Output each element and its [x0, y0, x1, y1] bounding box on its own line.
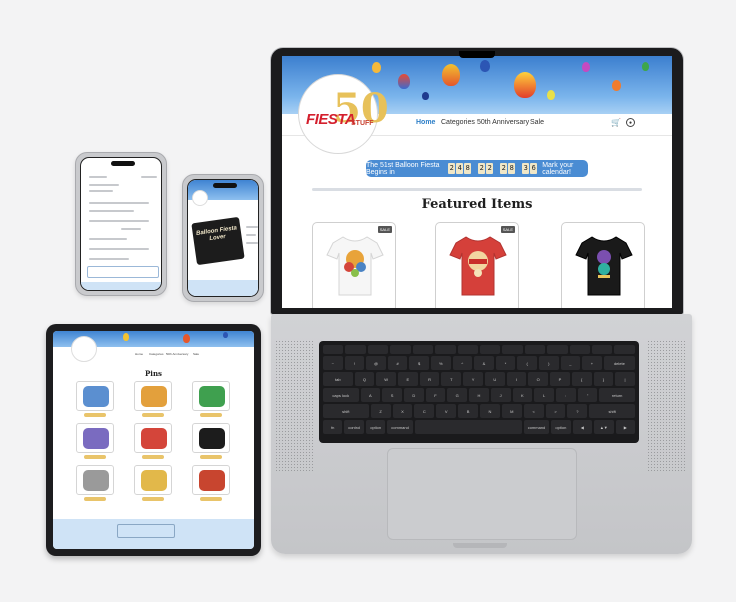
keyboard[interactable]: ~! @ # $% ^ & *() _ + delete tab Q W E R T Y U I O P{} | cap…	[319, 341, 639, 443]
laptop-display: 50 FIESTA STUFF Home Categories 50th Ann…	[271, 48, 683, 314]
key-esc[interactable]	[323, 345, 344, 354]
trackpad[interactable]	[387, 448, 577, 540]
tablet-screen: Home Categories 50th Anniversary Sale Pi…	[53, 331, 254, 549]
phone-footer	[81, 282, 161, 290]
countdown-hours: 22	[478, 163, 494, 174]
tablet-logo[interactable]	[71, 336, 97, 362]
phone-left-screen	[80, 157, 162, 291]
nav-sale[interactable]: Sale	[530, 119, 544, 126]
phone-footer	[188, 280, 258, 296]
pin-card[interactable]	[192, 465, 230, 495]
key-return[interactable]: return	[599, 388, 635, 402]
countdown-days: 248	[448, 163, 472, 174]
product-image-clapper: Balloon Fiesta Lover	[191, 216, 245, 266]
tablet-nav-50th[interactable]: 50th Anniversary	[166, 352, 188, 356]
logo-wordmark: FIESTA	[306, 111, 356, 128]
tablet-nav-sale[interactable]: Sale	[193, 352, 199, 356]
pin-card[interactable]	[76, 465, 114, 495]
pins-title: Pins	[145, 369, 162, 378]
phone-logo[interactable]	[192, 190, 208, 206]
speaker-grille-left	[275, 340, 315, 472]
touch-id-key[interactable]	[614, 345, 635, 354]
countdown-minutes: 28	[500, 163, 516, 174]
featured-items-title: Featured Items	[421, 197, 533, 212]
cart-icon[interactable]: 🛒	[611, 118, 621, 127]
pin-card[interactable]	[76, 381, 114, 411]
dynamic-island	[213, 183, 237, 188]
phone-right-screen: Balloon Fiesta Lover	[187, 179, 259, 297]
countdown-suffix: Mark your calendar!	[542, 161, 574, 176]
phone-left	[75, 152, 167, 296]
key-delete[interactable]: delete	[603, 356, 636, 370]
phone-right: Balloon Fiesta Lover	[182, 174, 264, 302]
pin-button[interactable]	[84, 497, 106, 501]
pin-button[interactable]	[142, 413, 164, 417]
pin-button[interactable]	[84, 455, 106, 459]
dynamic-island	[111, 161, 135, 166]
tablet: Home Categories 50th Anniversary Sale Pi…	[46, 324, 261, 556]
lid-opening-notch	[453, 543, 507, 548]
nav-home[interactable]: Home	[416, 119, 435, 126]
pin-button[interactable]	[142, 497, 164, 501]
pin-card[interactable]	[76, 423, 114, 453]
pin-card[interactable]	[192, 381, 230, 411]
sale-badge: SALE	[500, 226, 515, 233]
red-tshirt-image	[449, 236, 507, 296]
countdown-seconds: 36	[522, 163, 538, 174]
nav-categories[interactable]: Categories	[441, 119, 475, 126]
site-logo[interactable]: 50 FIESTA STUFF	[298, 74, 389, 154]
tablet-nav-categories[interactable]: Categories	[149, 352, 164, 356]
pin-button[interactable]	[142, 455, 164, 459]
pin-button[interactable]	[200, 413, 222, 417]
laptop-screen: 50 FIESTA STUFF Home Categories 50th Ann…	[282, 56, 672, 308]
tablet-nav-home[interactable]: Home	[135, 352, 143, 356]
pin-button[interactable]	[200, 497, 222, 501]
product-card[interactable]	[561, 222, 645, 308]
laptop-base: ~! @ # $% ^ & *() _ + delete tab Q W E R T Y U I O P{} | cap…	[271, 314, 692, 554]
section-divider	[312, 188, 642, 191]
product-card[interactable]: SALE	[435, 222, 519, 308]
pin-card[interactable]	[192, 423, 230, 453]
key-space[interactable]	[414, 420, 522, 434]
pin-button[interactable]	[84, 413, 106, 417]
camera-notch	[459, 51, 495, 58]
speaker-grille-right	[647, 340, 687, 472]
pin-card[interactable]	[134, 423, 172, 453]
white-tshirt-image	[326, 236, 384, 296]
newsletter-box[interactable]	[117, 524, 175, 538]
user-icon[interactable]: ●	[626, 118, 635, 127]
product-card[interactable]: SALE	[312, 222, 396, 308]
pin-card[interactable]	[134, 465, 172, 495]
pin-card[interactable]	[134, 381, 172, 411]
payment-box[interactable]	[87, 266, 159, 278]
black-tshirt-image	[575, 236, 633, 296]
countdown-prefix: The 51st Balloon Fiesta Begins in	[366, 161, 440, 176]
countdown-banner: The 51st Balloon Fiesta Begins in 248 22…	[366, 160, 588, 177]
sale-badge: SALE	[377, 226, 392, 233]
logo-tag: STUFF	[351, 120, 374, 127]
pin-button[interactable]	[200, 455, 222, 459]
nav-50th-anniversary[interactable]: 50th Anniversary	[477, 119, 529, 126]
